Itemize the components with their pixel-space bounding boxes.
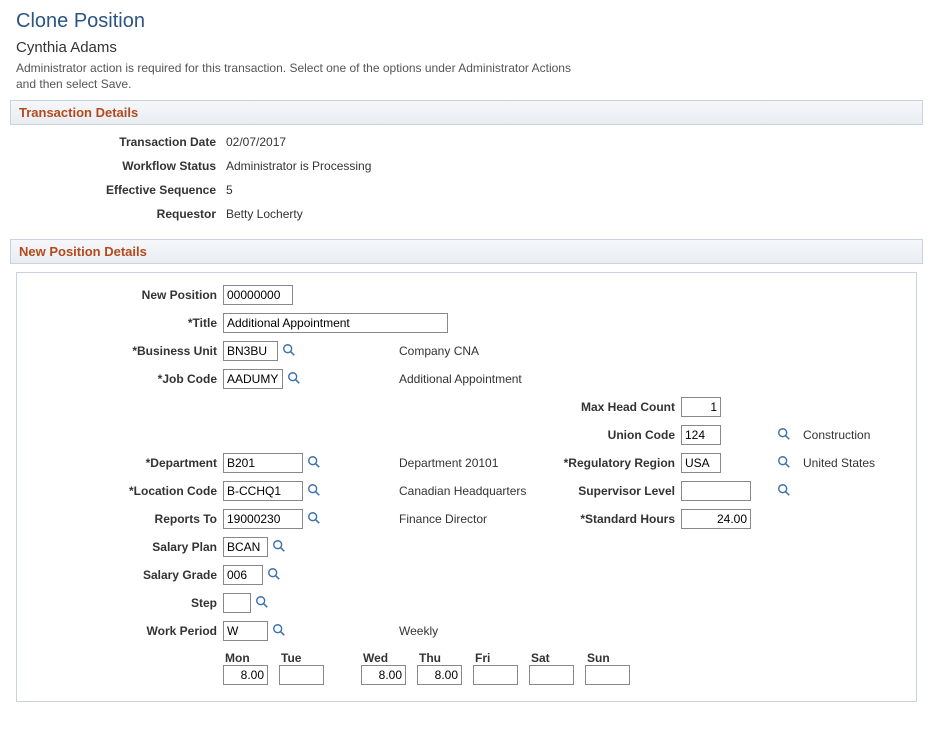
page-title: Clone Position	[16, 10, 923, 33]
work-period-lookup-icon[interactable]	[272, 623, 286, 640]
label-job-code: *Job Code	[27, 372, 217, 386]
value-effective-sequence: 5	[226, 183, 917, 197]
regulatory-region-desc: United States	[803, 456, 933, 470]
department-desc: Department 20101	[399, 456, 549, 470]
label-work-period: Work Period	[27, 624, 217, 638]
company-desc: Company CNA	[399, 344, 549, 358]
regulatory-region-input[interactable]	[681, 453, 721, 473]
hours-sun-input[interactable]	[585, 665, 630, 685]
label-department: *Department	[27, 456, 217, 470]
job-code-input[interactable]	[223, 369, 283, 389]
section-new-position-details: New Position Details	[10, 239, 923, 264]
day-header-fri: Fri	[473, 651, 523, 665]
instruction-text: Administrator action is required for thi…	[16, 60, 576, 92]
job-code-desc: Additional Appointment	[399, 372, 549, 386]
day-header-thu: Thu	[417, 651, 467, 665]
day-header-sat: Sat	[529, 651, 579, 665]
supervisor-level-input[interactable]	[681, 481, 751, 501]
label-regulatory-region: *Regulatory Region	[555, 456, 675, 470]
hours-sat-input[interactable]	[529, 665, 574, 685]
label-reports-to: Reports To	[27, 512, 217, 526]
hours-fri-input[interactable]	[473, 665, 518, 685]
label-max-head-count: Max Head Count	[555, 400, 675, 414]
job-code-lookup-icon[interactable]	[287, 371, 301, 388]
day-header-wed: Wed	[361, 651, 411, 665]
label-union-code: Union Code	[555, 428, 675, 442]
location-code-lookup-icon[interactable]	[307, 483, 321, 500]
label-step: Step	[27, 596, 217, 610]
transaction-details-block: Transaction Date 02/07/2017 Workflow Sta…	[16, 135, 917, 221]
union-code-lookup-icon[interactable]	[777, 427, 791, 444]
label-standard-hours: *Standard Hours	[555, 512, 675, 526]
day-header-tue: Tue	[279, 651, 329, 665]
work-period-input[interactable]	[223, 621, 268, 641]
label-title: *Title	[27, 316, 217, 330]
work-period-desc: Weekly	[399, 624, 549, 638]
regulatory-region-lookup-icon[interactable]	[777, 455, 791, 472]
union-code-desc: Construction	[803, 428, 933, 442]
step-lookup-icon[interactable]	[255, 595, 269, 612]
department-lookup-icon[interactable]	[307, 455, 321, 472]
department-input[interactable]	[223, 453, 303, 473]
max-head-count-input[interactable]	[681, 397, 721, 417]
label-supervisor-level: Supervisor Level	[555, 484, 675, 498]
label-new-position: New Position	[27, 288, 217, 302]
reports-to-input[interactable]	[223, 509, 303, 529]
supervisor-level-lookup-icon[interactable]	[777, 483, 791, 500]
reports-to-desc: Finance Director	[399, 512, 549, 526]
step-input[interactable]	[223, 593, 251, 613]
title-input[interactable]	[223, 313, 448, 333]
day-header-mon: Mon	[223, 651, 273, 665]
salary-grade-input[interactable]	[223, 565, 263, 585]
new-position-form: New Position *Title *Business Unit Compa…	[16, 272, 917, 702]
hours-thu-input[interactable]	[417, 665, 462, 685]
label-location-code: *Location Code	[27, 484, 217, 498]
salary-grade-lookup-icon[interactable]	[267, 567, 281, 584]
business-unit-lookup-icon[interactable]	[282, 343, 296, 360]
union-code-input[interactable]	[681, 425, 721, 445]
standard-hours-input[interactable]	[681, 509, 751, 529]
salary-plan-input[interactable]	[223, 537, 268, 557]
salary-plan-lookup-icon[interactable]	[272, 539, 286, 556]
hours-wed-input[interactable]	[361, 665, 406, 685]
label-workflow-status: Workflow Status	[16, 159, 216, 173]
label-transaction-date: Transaction Date	[16, 135, 216, 149]
reports-to-lookup-icon[interactable]	[307, 511, 321, 528]
location-code-input[interactable]	[223, 481, 303, 501]
label-business-unit: *Business Unit	[27, 344, 217, 358]
employee-name: Cynthia Adams	[16, 39, 923, 56]
label-salary-grade: Salary Grade	[27, 568, 217, 582]
label-salary-plan: Salary Plan	[27, 540, 217, 554]
value-requestor: Betty Locherty	[226, 207, 917, 221]
value-workflow-status: Administrator is Processing	[226, 159, 917, 173]
new-position-input[interactable]	[223, 285, 293, 305]
label-effective-sequence: Effective Sequence	[16, 183, 216, 197]
hours-mon-input[interactable]	[223, 665, 268, 685]
location-code-desc: Canadian Headquarters	[399, 484, 549, 498]
value-transaction-date: 02/07/2017	[226, 135, 917, 149]
label-requestor: Requestor	[16, 207, 216, 221]
hours-tue-input[interactable]	[279, 665, 324, 685]
business-unit-input[interactable]	[223, 341, 278, 361]
section-transaction-details: Transaction Details	[10, 100, 923, 125]
day-header-sun: Sun	[585, 651, 635, 665]
